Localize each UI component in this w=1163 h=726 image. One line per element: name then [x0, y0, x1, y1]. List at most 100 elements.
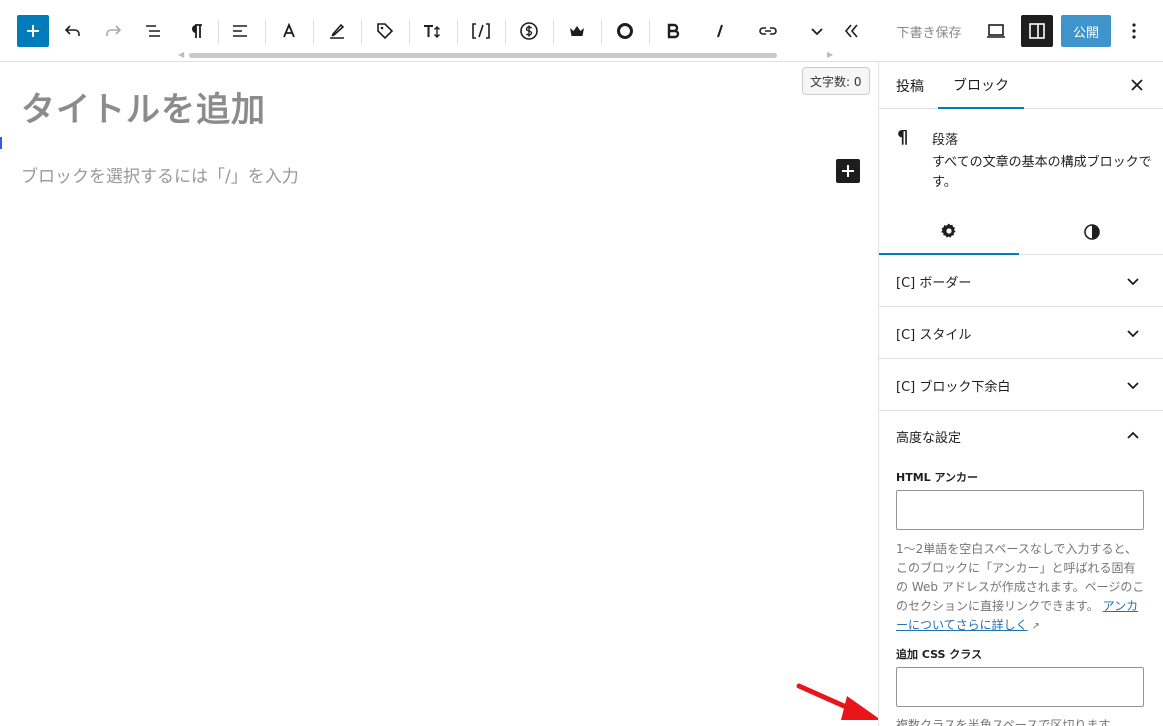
shortcode-button[interactable] [465, 15, 497, 47]
html-anchor-input[interactable] [896, 490, 1144, 530]
toolbar-scrollbar[interactable] [189, 53, 777, 58]
font-size-icon [424, 25, 440, 38]
settings-toggle-button[interactable] [1021, 15, 1053, 47]
toolbar-separator [457, 20, 458, 44]
panel-title: [C] スタイル [896, 328, 972, 343]
paragraph-icon: ¶ [897, 127, 909, 148]
contrast-icon [1083, 224, 1100, 240]
more-formatting-button[interactable] [801, 15, 833, 47]
html-anchor-help: 1〜2単語を空白スペースなしで入力すると、このブロックに「アンカー」と呼ばれる固… [896, 540, 1146, 636]
panel-advanced: 高度な設定 HTML アンカー 1〜2単語を空白スペースなしで入力すると、このブ… [879, 410, 1163, 726]
align-button[interactable] [224, 15, 256, 47]
price-button[interactable] [513, 15, 545, 47]
link-button[interactable] [752, 15, 784, 47]
toolbar-separator [601, 20, 602, 44]
panel-block-margin[interactable]: [C] ブロック下余白 [879, 359, 1163, 411]
css-class-help: 複数クラスを半角スペースで区切ります。 [896, 718, 1122, 726]
save-draft-button[interactable]: 下書き保存 [888, 14, 970, 48]
gear-icon [941, 223, 956, 238]
italic-icon [717, 24, 723, 38]
red-arrow-annotation [796, 683, 881, 720]
tag-icon [377, 23, 394, 40]
chevron-down-icon [811, 28, 823, 36]
tab-block[interactable]: ブロック [938, 62, 1024, 109]
collapse-toolbar-button[interactable] [835, 15, 867, 47]
laptop-icon [987, 24, 1005, 38]
highlighter-icon [330, 23, 345, 39]
sidebar-tabs: 投稿 ブロック [879, 62, 1163, 109]
toolbar-separator [649, 20, 650, 44]
block-inspector-tabs [879, 209, 1163, 255]
toolbar-separator [553, 20, 554, 44]
sidebar-icon [1029, 23, 1045, 39]
panel-style[interactable]: [C] スタイル [879, 307, 1163, 359]
panel-title: [C] ブロック下余白 [896, 380, 1011, 395]
paragraph-block-input[interactable]: ブロックを選択するには「/」を入力 [21, 162, 299, 187]
paragraph-button[interactable] [180, 15, 212, 47]
close-icon [1131, 79, 1143, 91]
ranking-button[interactable] [561, 15, 593, 47]
bold-icon [667, 23, 680, 39]
font-size-button[interactable] [417, 15, 449, 47]
scroll-right-arrow[interactable]: ▶ [827, 50, 833, 59]
align-left-icon [233, 25, 247, 37]
block-name: 段落 [932, 133, 959, 148]
circle-icon [617, 23, 633, 39]
publish-button[interactable]: 公開 [1061, 15, 1111, 47]
link-icon [759, 27, 777, 35]
highlight-button[interactable] [321, 15, 353, 47]
plus-icon [842, 165, 854, 177]
undo-button[interactable] [57, 15, 89, 47]
text-color-button[interactable] [273, 15, 305, 47]
chevron-down-icon [1121, 373, 1145, 397]
redo-icon [106, 25, 122, 36]
dollar-icon [520, 22, 538, 40]
text-a-icon [283, 22, 295, 38]
panel-border[interactable]: [C] ボーダー [879, 255, 1163, 307]
preview-button[interactable] [980, 15, 1012, 47]
toolbar-separator [313, 20, 314, 44]
tab-settings[interactable] [879, 209, 1019, 255]
options-button[interactable] [1119, 15, 1149, 47]
html-anchor-label: HTML アンカー [896, 471, 979, 484]
italic-button[interactable] [704, 15, 736, 47]
tab-post[interactable]: 投稿 [896, 62, 924, 109]
close-sidebar-button[interactable] [1123, 71, 1151, 99]
editor-toolbar: ◀ ▶ 下書き保存 公開 [0, 0, 1163, 62]
chevron-down-icon [1121, 269, 1145, 293]
block-card: ¶ 段落 すべての文章の基本の構成ブロックです。 [879, 109, 1163, 209]
list-view-icon [146, 25, 160, 37]
undo-icon [64, 25, 80, 36]
toolbar-separator [265, 20, 266, 44]
double-chevron-left-icon [844, 24, 858, 38]
panel-title-advanced[interactable]: 高度な設定 [896, 427, 961, 446]
chevron-up-icon[interactable] [1121, 424, 1145, 448]
tag-button[interactable] [369, 15, 401, 47]
css-class-label: 追加 CSS クラス [896, 648, 983, 661]
tab-styles[interactable] [1019, 209, 1163, 255]
toolbar-separator [361, 20, 362, 44]
redo-button[interactable] [97, 15, 129, 47]
settings-sidebar: 投稿 ブロック ¶ 段落 すべての文章の基本の構成ブロックです。 [C] ボーダ… [878, 62, 1163, 726]
scroll-left-arrow[interactable]: ◀ [178, 50, 184, 59]
external-link-icon: ↗ [1031, 621, 1040, 632]
toolbar-separator [218, 20, 219, 44]
editor-canvas: 文字数: 0 タイトルを追加 ブロックを選択するには「/」を入力 [0, 62, 881, 726]
crown-icon [570, 26, 584, 36]
toolbar-separator [505, 20, 506, 44]
toolbar-separator [409, 20, 410, 44]
post-title-input[interactable]: タイトルを追加 [21, 82, 266, 131]
circle-button[interactable] [609, 15, 641, 47]
plus-icon [27, 25, 39, 37]
block-description: すべての文章の基本の構成ブロックです。 [932, 155, 1152, 190]
block-indicator [0, 137, 2, 149]
add-block-button[interactable] [17, 15, 49, 47]
css-class-input[interactable] [896, 667, 1144, 707]
list-view-button[interactable] [137, 15, 169, 47]
paragraph-icon [192, 24, 202, 38]
inline-add-block-button[interactable] [836, 159, 860, 183]
chevron-down-icon [1121, 321, 1145, 345]
panel-title: [C] ボーダー [896, 276, 972, 291]
bold-button[interactable] [657, 15, 689, 47]
shortcode-icon [472, 23, 490, 39]
